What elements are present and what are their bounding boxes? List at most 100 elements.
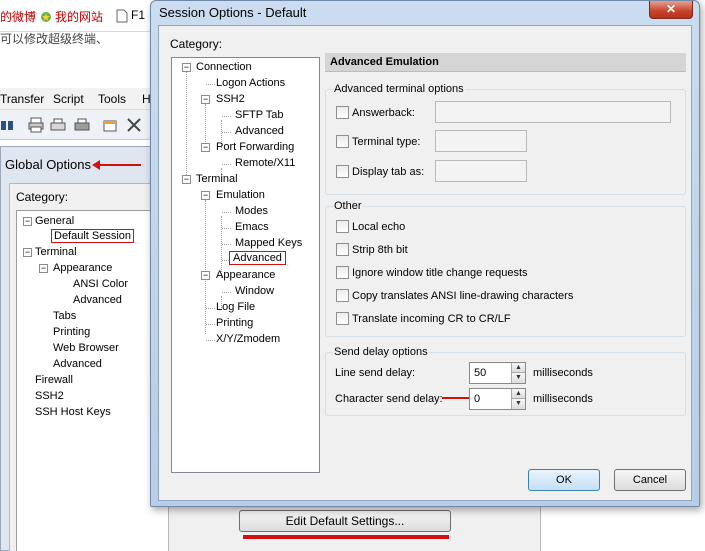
spin-down-icon[interactable]: ▼ <box>511 399 525 409</box>
collapse-icon[interactable]: − <box>201 271 210 280</box>
spin-up-icon[interactable]: ▲ <box>511 363 525 373</box>
checkbox-box[interactable] <box>336 220 349 233</box>
favorite-f1-link[interactable]: F1 <box>116 8 146 23</box>
edit-default-settings-button[interactable]: Edit Default Settings... <box>239 510 451 532</box>
tree-item-terminal-advanced[interactable]: Advanced <box>53 358 102 370</box>
collapse-icon[interactable]: − <box>182 63 191 72</box>
menu-tools[interactable]: Tools <box>98 92 126 106</box>
checkbox-box[interactable] <box>336 289 349 302</box>
group-title: Advanced terminal options <box>333 83 465 95</box>
collapse-icon[interactable]: − <box>182 175 191 184</box>
tree-item-ssh2[interactable]: SSH2 <box>35 390 64 402</box>
tools-icon[interactable] <box>126 117 142 133</box>
spin-up-icon[interactable]: ▲ <box>511 389 525 399</box>
ignore-title-change-checkbox[interactable]: Ignore window title change requests <box>336 266 528 279</box>
global-options-window: Global Options Category: − General Defau… <box>0 146 157 551</box>
cancel-button[interactable]: Cancel <box>614 469 686 491</box>
tree-item-ssh2-advanced[interactable]: Advanced <box>235 125 284 137</box>
checkbox-label: Ignore window title change requests <box>352 266 528 279</box>
checkbox-box[interactable] <box>336 135 349 148</box>
answerback-field[interactable] <box>435 101 671 123</box>
collapse-icon[interactable]: − <box>23 248 32 257</box>
character-send-delay-input[interactable]: 0 ▲ ▼ <box>469 388 526 410</box>
tree-item-web-browser[interactable]: Web Browser <box>53 342 119 354</box>
tree-item-log-file[interactable]: Log File <box>216 301 255 313</box>
menu-script[interactable]: Script <box>53 92 84 106</box>
close-button[interactable]: ✕ <box>649 1 693 19</box>
printer-icon[interactable] <box>74 117 90 133</box>
checkbox-box[interactable] <box>336 106 349 119</box>
spin-down-icon[interactable]: ▼ <box>511 373 525 383</box>
tree-item-printing[interactable]: Printing <box>53 326 90 338</box>
display-tab-as-field[interactable] <box>435 160 527 182</box>
tree-item-general[interactable]: General <box>35 215 74 227</box>
tree-item-connection[interactable]: Connection <box>196 61 252 73</box>
tree-item-port-forwarding[interactable]: Port Forwarding <box>216 141 294 153</box>
terminal-type-field[interactable] <box>435 130 527 152</box>
background-text: 可以修改超级终端、 <box>0 32 109 46</box>
tree-item-remote-x11[interactable]: Remote/X11 <box>235 157 295 169</box>
other-options-group: Other Local echo Strip 8th bit Ignore wi… <box>325 200 686 337</box>
tree-item-logon-actions[interactable]: Logon Actions <box>216 77 285 89</box>
print-setup-icon[interactable] <box>50 117 66 133</box>
checkbox-box[interactable] <box>336 312 349 325</box>
collapse-icon[interactable]: − <box>39 264 48 273</box>
tree-item-terminal[interactable]: Terminal <box>35 246 77 258</box>
collapse-icon[interactable]: − <box>201 143 210 152</box>
annotation-underline <box>243 535 449 539</box>
tree-item-firewall[interactable]: Firewall <box>35 374 73 386</box>
tree-item-emulation-advanced[interactable]: Advanced <box>229 251 286 265</box>
binoculars-icon[interactable] <box>0 117 16 133</box>
group-title: Send delay options <box>333 346 429 358</box>
tree-item-appearance[interactable]: Appearance <box>53 262 112 274</box>
checkbox-label: Answerback: <box>352 106 415 119</box>
tree-item-modes[interactable]: Modes <box>235 205 268 217</box>
print-icon[interactable] <box>28 117 44 133</box>
global-category-tree[interactable]: − General Default Session − Terminal − A… <box>16 210 157 551</box>
strip-8th-bit-checkbox[interactable]: Strip 8th bit <box>336 243 408 256</box>
tree-item-window[interactable]: Window <box>235 285 274 297</box>
collapse-icon[interactable]: − <box>23 217 32 226</box>
session-options-dialog: Session Options - Default ✕ Category: − … <box>150 0 700 507</box>
tree-item-appearance-advanced[interactable]: Advanced <box>73 294 122 306</box>
checkbox-box[interactable] <box>336 266 349 279</box>
tree-item-terminal[interactable]: Terminal <box>196 173 238 185</box>
tree-item-emacs[interactable]: Emacs <box>235 221 269 233</box>
tree-line <box>206 308 215 309</box>
tree-item-tabs[interactable]: Tabs <box>53 310 76 322</box>
checkbox-box[interactable] <box>336 165 349 178</box>
local-echo-checkbox[interactable]: Local echo <box>336 220 405 233</box>
tree-item-xyzmodem[interactable]: X/Y/Zmodem <box>216 333 280 345</box>
tree-line <box>222 244 231 245</box>
tree-item-default-session[interactable]: Default Session <box>51 229 135 243</box>
favorite-label: 我的网站 <box>55 10 104 24</box>
checkbox-box[interactable] <box>336 243 349 256</box>
collapse-icon[interactable]: − <box>201 191 210 200</box>
tree-line <box>222 132 231 133</box>
tree-item-appearance[interactable]: Appearance <box>216 269 275 281</box>
tree-item-printing[interactable]: Printing <box>216 317 253 329</box>
tree-item-ansi-color[interactable]: ANSI Color <box>73 278 128 290</box>
terminal-type-checkbox[interactable]: Terminal type: <box>336 135 420 148</box>
tree-item-sftp-tab[interactable]: SFTP Tab <box>235 109 284 121</box>
menu-transfer[interactable]: Transfer <box>0 92 44 106</box>
settings-icon[interactable] <box>102 117 118 133</box>
pane-title: Advanced Emulation <box>325 53 686 72</box>
session-category-tree[interactable]: − Connection Logon Actions − SSH2 SFTP T… <box>171 57 320 473</box>
tree-item-ssh-host-keys[interactable]: SSH Host Keys <box>35 406 111 418</box>
ok-button[interactable]: OK <box>528 469 600 491</box>
tree-item-emulation[interactable]: Emulation <box>216 189 265 201</box>
answerback-checkbox[interactable]: Answerback: <box>336 106 415 119</box>
favorite-my-site-link[interactable]: 我的网站 <box>40 8 103 25</box>
collapse-icon[interactable]: − <box>201 95 210 104</box>
tree-item-mapped-keys[interactable]: Mapped Keys <box>235 237 302 249</box>
display-tab-as-checkbox[interactable]: Display tab as: <box>336 165 424 178</box>
copy-translates-ansi-checkbox[interactable]: Copy translates ANSI line-drawing charac… <box>336 289 573 302</box>
translate-cr-checkbox[interactable]: Translate incoming CR to CR/LF <box>336 312 511 325</box>
category-label: Category: <box>16 190 69 204</box>
favorite-label: F1 <box>131 8 146 22</box>
favorite-weibo-link[interactable]: 的微博 <box>0 8 36 25</box>
browser-favorites-bar: 的微博 我的网站 F1 可以修改超级终端、 <box>0 0 155 46</box>
tree-item-ssh2[interactable]: SSH2 <box>216 93 245 105</box>
line-send-delay-input[interactable]: 50 ▲ ▼ <box>469 362 526 384</box>
